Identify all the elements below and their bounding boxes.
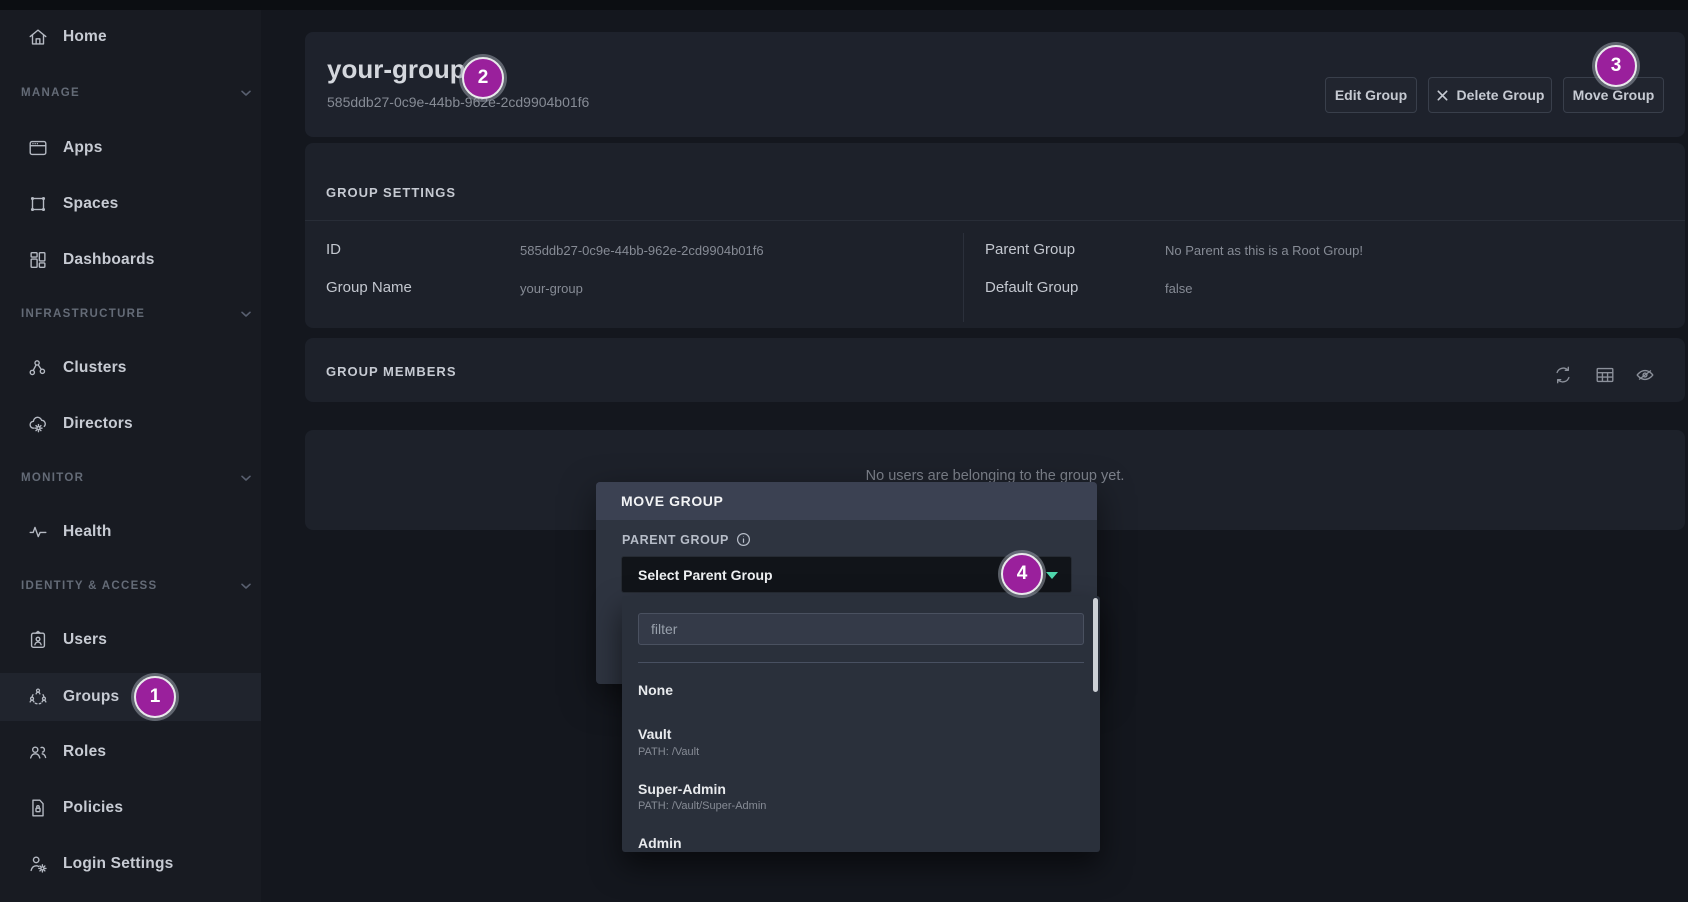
sidebar-item-label: Clusters: [63, 359, 127, 377]
dropdown-option-none[interactable]: None: [638, 682, 673, 698]
sidebar-section-label: IDENTITY & ACCESS: [21, 580, 157, 592]
sidebar-item-health[interactable]: Health: [0, 508, 261, 556]
sidebar-item-label: Roles: [63, 743, 106, 761]
group-header-panel: your-group 585ddb27-0c9e-44bb-962e-2cd99…: [305, 32, 1685, 137]
parent-group-select-value: Select Parent Group: [638, 567, 773, 583]
divider: [638, 662, 1084, 663]
chevron-down-icon: [238, 85, 254, 101]
annotation-badge-3: 3: [1595, 45, 1637, 87]
settings-row-label: Default Group: [985, 279, 1078, 296]
sidebar-item-roles[interactable]: Roles: [0, 728, 261, 776]
login-settings-icon: [27, 853, 49, 875]
sidebar-section-monitor[interactable]: MONITOR: [0, 454, 261, 502]
sidebar-item-label: Home: [63, 28, 107, 46]
dropdown-option-path: PATH: /Vault/Super-Admin: [638, 800, 766, 812]
chevron-down-icon: [238, 578, 254, 594]
table-view-icon[interactable]: [1594, 364, 1616, 386]
x-icon: [1436, 89, 1449, 102]
settings-row-value: No Parent as this is a Root Group!: [1165, 243, 1363, 258]
health-icon: [27, 521, 49, 543]
sidebar-item-dashboards[interactable]: Dashboards: [0, 236, 261, 284]
sidebar-section-manage[interactable]: MANAGE: [0, 69, 261, 117]
sidebar-item-clusters[interactable]: Clusters: [0, 344, 261, 392]
users-icon: [27, 629, 49, 651]
sidebar-section-infrastructure[interactable]: INFRASTRUCTURE: [0, 290, 261, 338]
modal-title: MOVE GROUP: [621, 493, 723, 509]
parent-group-label-text: PARENT GROUP: [622, 533, 729, 547]
sidebar-item-label: Health: [63, 523, 112, 541]
chevron-down-icon: [238, 306, 254, 322]
policies-icon: [27, 797, 49, 819]
dropdown-option-super-admin[interactable]: Super-Admin: [638, 781, 726, 797]
sidebar-item-directors[interactable]: Directors: [0, 400, 261, 448]
group-members-bar: GROUP MEMBERS: [305, 338, 1685, 402]
group-members-title: GROUP MEMBERS: [326, 364, 457, 379]
settings-row-value: false: [1165, 281, 1192, 296]
spaces-icon: [27, 193, 49, 215]
dashboards-icon: [27, 249, 49, 271]
sidebar-item-apps[interactable]: Apps: [0, 124, 261, 172]
sidebar-item-label: Groups: [63, 688, 119, 706]
top-strip: [0, 0, 1688, 10]
sidebar-item-login-settings[interactable]: Login Settings: [0, 840, 261, 888]
sidebar-item-label: Policies: [63, 799, 123, 817]
page: Home MANAGE Apps Spaces Dashboards: [0, 0, 1688, 902]
modal-title-bar: MOVE GROUP: [596, 482, 1097, 520]
dropdown-option-vault[interactable]: Vault: [638, 726, 671, 742]
dropdown-scrollbar[interactable]: [1093, 598, 1098, 692]
group-settings-panel: GROUP SETTINGS ID 585ddb27-0c9e-44bb-962…: [305, 143, 1685, 328]
sidebar-section-label: INFRASTRUCTURE: [21, 308, 145, 320]
settings-row-label: ID: [326, 241, 341, 258]
sidebar-item-home[interactable]: Home: [0, 13, 261, 61]
sidebar-item-groups[interactable]: Groups: [0, 673, 261, 721]
delete-group-button[interactable]: Delete Group: [1428, 77, 1552, 113]
delete-group-label: Delete Group: [1457, 87, 1545, 103]
parent-group-field-label: PARENT GROUP: [622, 532, 751, 547]
annotation-badge-1: 1: [134, 676, 176, 718]
edit-group-label: Edit Group: [1335, 87, 1407, 103]
annotation-badge-2: 2: [462, 57, 504, 99]
sidebar-item-label: Dashboards: [63, 251, 155, 269]
settings-row-label: Group Name: [326, 279, 412, 296]
sidebar-item-label: Login Settings: [63, 855, 173, 873]
dropdown-option-path: PATH: /Vault: [638, 746, 699, 758]
home-icon: [27, 26, 49, 48]
sidebar-item-policies[interactable]: Policies: [0, 784, 261, 832]
edit-group-button[interactable]: Edit Group: [1325, 77, 1417, 113]
parent-group-dropdown: None Vault PATH: /Vault Super-Admin PATH…: [622, 596, 1100, 852]
divider: [305, 220, 1685, 221]
move-group-label: Move Group: [1573, 87, 1655, 103]
settings-row-value: your-group: [520, 281, 583, 296]
refresh-icon[interactable]: [1552, 364, 1574, 386]
eye-off-icon[interactable]: [1634, 364, 1656, 386]
apps-icon: [27, 137, 49, 159]
groups-icon: [27, 686, 49, 708]
sidebar-item-label: Directors: [63, 415, 133, 433]
sidebar-item-label: Spaces: [63, 195, 119, 213]
column-divider: [963, 233, 964, 322]
sidebar-item-label: Users: [63, 631, 107, 649]
filter-input[interactable]: [638, 613, 1084, 645]
sidebar-section-label: MONITOR: [21, 472, 84, 484]
sidebar-item-users[interactable]: Users: [0, 616, 261, 664]
group-settings-title: GROUP SETTINGS: [326, 185, 456, 200]
info-icon: [736, 532, 751, 547]
directors-icon: [27, 413, 49, 435]
settings-row-label: Parent Group: [985, 241, 1075, 258]
sidebar-section-label: MANAGE: [21, 87, 80, 99]
chevron-down-icon: [238, 470, 254, 486]
sidebar: Home MANAGE Apps Spaces Dashboards: [0, 10, 261, 902]
roles-icon: [27, 741, 49, 763]
annotation-badge-4: 4: [1001, 553, 1043, 595]
sidebar-item-label: Apps: [63, 139, 103, 157]
sidebar-item-spaces[interactable]: Spaces: [0, 180, 261, 228]
sidebar-section-identity-access[interactable]: IDENTITY & ACCESS: [0, 562, 261, 610]
dropdown-option-admin[interactable]: Admin: [638, 835, 682, 851]
caret-down-icon: [1046, 572, 1058, 579]
page-title: your-group: [327, 54, 466, 85]
clusters-icon: [27, 357, 49, 379]
settings-row-value: 585ddb27-0c9e-44bb-962e-2cd9904b01f6: [520, 243, 764, 258]
group-uuid: 585ddb27-0c9e-44bb-962e-2cd9904b01f6: [327, 94, 589, 110]
